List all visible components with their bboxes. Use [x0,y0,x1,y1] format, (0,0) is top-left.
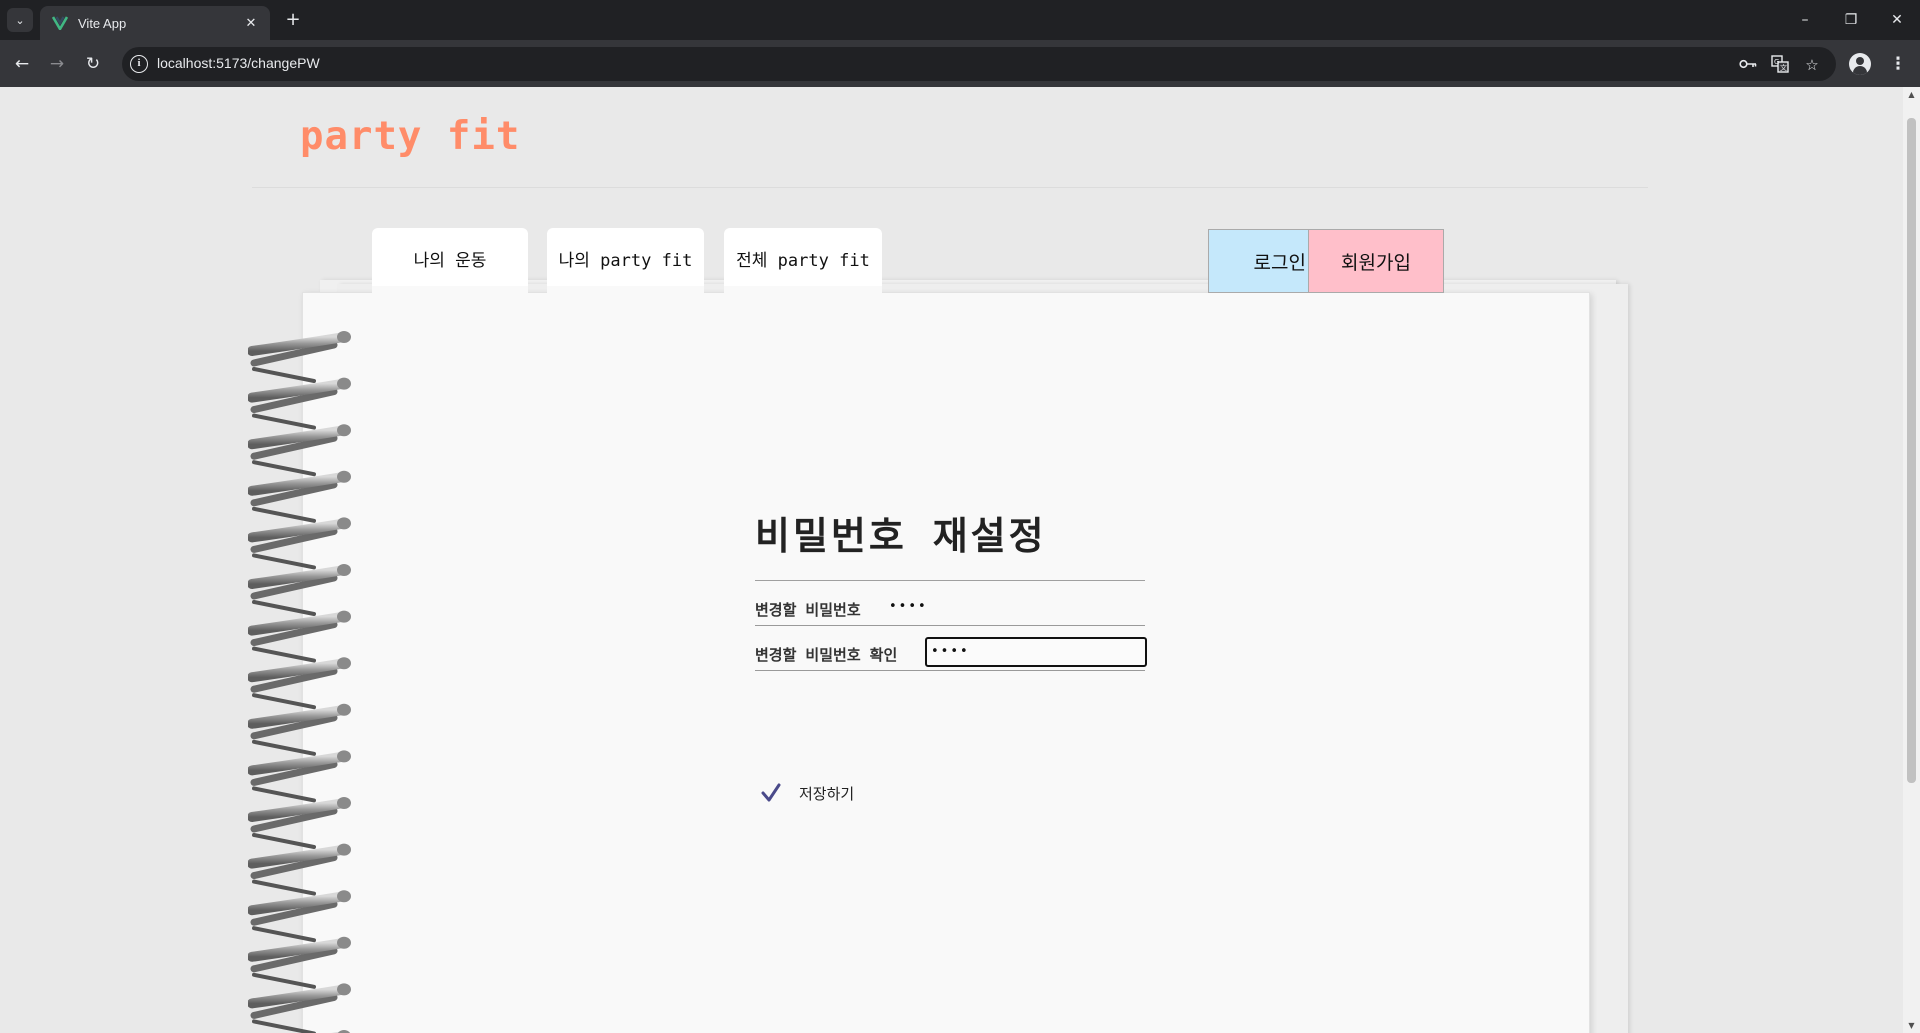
confirm-password-row: 변경할 비밀번호 확인 •••• [755,635,1147,671]
spiral-ring [248,750,351,803]
spiral-ring [248,424,351,477]
spiral-ring [248,936,351,989]
minimize-button[interactable]: – [1790,8,1820,32]
tab-join [724,286,882,296]
password-key-icon[interactable] [1738,55,1758,75]
close-window-button[interactable]: ✕ [1882,8,1912,32]
check-icon [761,783,781,802]
tab-list-button[interactable]: ⌄ [7,8,33,32]
svg-text:文: 文 [1780,63,1787,72]
tab-join [547,286,704,296]
reload-button[interactable]: ↻ [81,52,105,76]
header-divider [252,187,1648,188]
spiral-ring [248,517,351,570]
page-viewport: party fit 나의 운동 나의 party fit 전체 party fi… [0,87,1903,1033]
tab-title: Vite App [78,15,127,31]
browser-tab[interactable]: Vite App ✕ [40,6,270,40]
restore-button[interactable]: ❐ [1836,8,1866,32]
scrollbar-thumb[interactable] [1907,118,1916,783]
tab-close-icon[interactable]: ✕ [242,14,260,32]
login-button[interactable]: 로그인 [1208,229,1308,293]
translate-icon[interactable]: G文 [1770,55,1790,75]
confirm-password-field[interactable] [925,637,1147,667]
tab-label: 나의 party fit [558,250,693,271]
browser-toolbar: ← → ↻ i localhost:5173/changePW G文 ☆ ⋮ [0,40,1920,87]
spiral-ring [248,703,351,756]
confirm-password-label: 변경할 비밀번호 확인 [755,646,898,664]
scroll-up-arrow[interactable]: ▲ [1907,90,1916,99]
page-title: 비밀번호 재설정 [755,514,1047,558]
spiral-ring [248,890,351,943]
info-icon[interactable]: i [130,55,148,73]
tab-label: 전체 party fit [736,250,870,271]
signup-button[interactable]: 회원가입 [1308,229,1444,293]
tab-label: 나의 운동 [413,250,487,271]
spiral-ring [248,377,351,430]
bookmark-star-icon[interactable]: ☆ [1802,55,1822,75]
url-text[interactable]: localhost:5173/changePW [157,55,320,71]
svg-text:G: G [1774,58,1779,66]
spiral-ring [248,610,351,663]
spiral-ring [248,331,351,383]
new-password-row: 변경할 비밀번호 •••• [755,590,1145,626]
tab-join [372,286,528,296]
spiral-ring [248,843,351,896]
address-bar[interactable]: i localhost:5173/changePW G文 ☆ [122,47,1836,81]
spiral-ring [248,797,351,849]
browser-tab-bar: ⌄ Vite App ✕ + – ❐ ✕ [0,0,1920,40]
spiral-binding [248,327,358,1033]
site-logo[interactable]: party fit [300,114,520,159]
tab-all-party-fit[interactable]: 전체 party fit [724,228,882,288]
profile-icon[interactable] [1849,53,1871,75]
spiral-ring [248,657,351,710]
tab-my-party-fit[interactable]: 나의 party fit [547,228,704,288]
new-password-field[interactable] [886,593,1122,623]
new-password-label: 변경할 비밀번호 [755,601,861,619]
page-scrollbar[interactable]: ▲ ▼ [1903,87,1920,1033]
chevron-down-icon: ⌄ [15,13,25,27]
kebab-menu-icon[interactable]: ⋮ [1886,52,1910,76]
vite-logo-icon [52,15,68,31]
back-button[interactable]: ← [10,52,34,76]
spiral-ring [248,564,351,616]
new-tab-button[interactable]: + [282,9,304,31]
save-label: 저장하기 [799,784,855,803]
title-divider [755,580,1145,581]
scroll-down-arrow[interactable]: ▼ [1907,1021,1916,1030]
tab-my-workout[interactable]: 나의 운동 [372,228,528,288]
spiral-ring [248,983,351,1033]
forward-button[interactable]: → [45,52,69,76]
save-button[interactable]: 저장하기 [760,779,854,807]
spiral-ring [248,470,351,523]
